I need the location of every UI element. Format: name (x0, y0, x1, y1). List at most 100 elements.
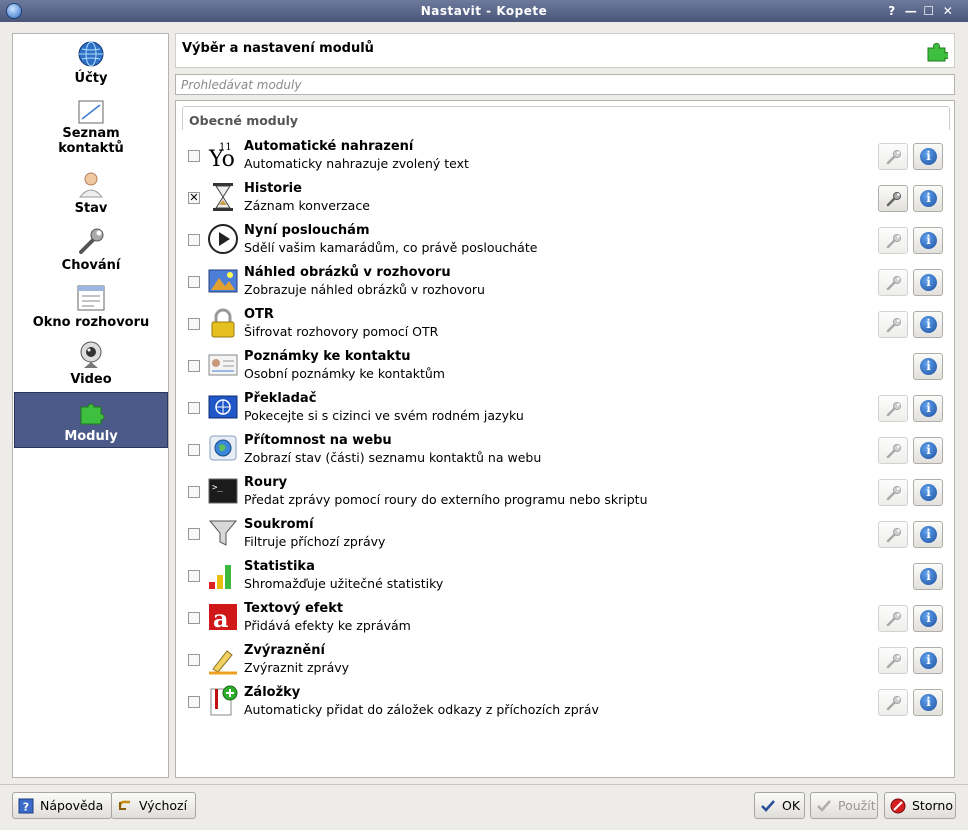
plugin-configure-button[interactable] (878, 185, 908, 212)
info-icon: i (920, 232, 937, 249)
plugin-name: Záložky (244, 685, 301, 700)
plugin-row[interactable]: >_ Roury Předat zprávy pomocí roury do ext… (182, 474, 950, 516)
plugin-info-button[interactable]: i (913, 353, 943, 380)
sidebar-item-plugins[interactable]: Moduly (14, 392, 168, 448)
title-bar[interactable]: Nastavit - Kopete ? — ☐ ✕ (0, 0, 968, 22)
highlighter-icon (209, 650, 237, 675)
plugin-description: Shromažďuje užitečné statistiky (244, 576, 444, 591)
plugin-info-button[interactable]: i (913, 521, 943, 548)
wrench-icon (886, 234, 901, 249)
sidebar-item-chat-window[interactable]: Okno rozhovoru (14, 279, 168, 335)
puzzle-icon (80, 403, 105, 425)
plugin-enable-checkbox[interactable] (188, 612, 200, 624)
minimize-button[interactable]: — (903, 3, 919, 19)
plugin-enable-checkbox[interactable] (188, 528, 200, 540)
plugin-info-button[interactable]: i (913, 185, 943, 212)
image-preview-icon (208, 269, 238, 293)
plugin-row[interactable]: ✕ Historie Záznam konverzace i (182, 180, 950, 222)
plugin-row[interactable]: Náhled obrázků v rozhovoru Zobrazuje náhl… (182, 264, 950, 306)
kopete-app-icon[interactable] (6, 3, 22, 19)
plugin-configure-button[interactable] (878, 647, 908, 674)
plugin-row[interactable]: Překladač Pokecejte si s cizinci ve svém … (182, 390, 950, 432)
plugin-row[interactable]: Soukromí Filtruje příchozí zprávy i (182, 516, 950, 558)
group-title: Obecné moduly (189, 113, 299, 128)
sidebar-item-video[interactable]: Video (14, 336, 168, 392)
plugin-configure-button[interactable] (878, 269, 908, 296)
plugin-enable-checkbox[interactable] (188, 234, 200, 246)
sidebar-item-contact-list[interactable]: Seznam kontaktů (14, 93, 168, 156)
plugin-info-button[interactable]: i (913, 269, 943, 296)
config-sidebar: Účty Seznam kontaktů Stav Chování Okno r… (12, 33, 169, 778)
wrench-icon (886, 486, 901, 501)
plugin-enable-checkbox[interactable] (188, 360, 200, 372)
plugin-enable-checkbox[interactable] (188, 654, 200, 666)
sidebar-item-behavior[interactable]: Chování (14, 222, 168, 278)
plugin-info-button[interactable]: i (913, 479, 943, 506)
defaults-label: Výchozí (139, 798, 188, 813)
plugin-configure-button[interactable] (878, 521, 908, 548)
plugin-description: Osobní poznámky ke kontaktům (244, 366, 445, 381)
ok-button[interactable]: OK (754, 792, 805, 819)
plugin-configure-button[interactable] (878, 395, 908, 422)
plugin-row[interactable]: Zvýraznění Zvýraznit zprávy i (182, 642, 950, 684)
plugin-info-button[interactable]: i (913, 689, 943, 716)
search-input[interactable]: Prohledávat moduly (175, 74, 955, 95)
plugin-configure-button[interactable] (878, 605, 908, 632)
plugin-info-button[interactable]: i (913, 395, 943, 422)
wrench-icon (886, 150, 901, 165)
help-window-button[interactable]: ? (884, 3, 900, 19)
sidebar-item-status[interactable]: Stav (14, 165, 168, 221)
plugin-info-button[interactable]: i (913, 311, 943, 338)
help-button[interactable]: ? Nápověda (12, 792, 113, 819)
help-icon: ? (18, 798, 34, 814)
wrench-icon (886, 696, 901, 711)
plugin-info-button[interactable]: i (913, 647, 943, 674)
plugin-info-button[interactable]: i (913, 437, 943, 464)
plugin-configure-button[interactable] (878, 689, 908, 716)
info-icon: i (920, 316, 937, 333)
plugin-enable-checkbox[interactable] (188, 570, 200, 582)
plugin-row[interactable]: Záložky Automaticky přidat do záložek odk… (182, 684, 950, 726)
info-icon: i (920, 400, 937, 417)
plugin-enable-checkbox[interactable] (188, 402, 200, 414)
plugin-configure-button[interactable] (878, 311, 908, 338)
plugin-info-button[interactable]: i (913, 563, 943, 590)
plugin-row[interactable]: Přítomnost na webu Zobrazí stav (části) s… (182, 432, 950, 474)
plugin-enable-checkbox[interactable]: ✕ (188, 192, 200, 204)
plugin-enable-checkbox[interactable] (188, 150, 200, 162)
plugin-name: Textový efekt (244, 601, 344, 616)
plugin-info-button[interactable]: i (913, 605, 943, 632)
plugin-row[interactable]: a Textový efekt Přidává efekty ke zprávám i (182, 600, 950, 642)
plugin-row[interactable]: OTR Šifrovat rozhovory pomocí OTR i (182, 306, 950, 348)
wrench-icon (886, 612, 901, 627)
un-flag-icon (208, 395, 238, 419)
plugin-name: Nyní poslouchám (244, 223, 370, 238)
plugin-enable-checkbox[interactable] (188, 276, 200, 288)
close-button[interactable]: ✕ (940, 3, 956, 19)
plugin-enable-checkbox[interactable] (188, 486, 200, 498)
maximize-button[interactable]: ☐ (921, 3, 937, 19)
plugin-configure-button[interactable] (878, 143, 908, 170)
plugin-enable-checkbox[interactable] (188, 444, 200, 456)
plugin-info-button[interactable]: i (913, 143, 943, 170)
apply-button[interactable]: Použít (810, 792, 878, 819)
plugin-row[interactable]: Nyní poslouchám Sdělí vašim kamarádům, co… (182, 222, 950, 264)
svg-text:a: a (213, 604, 229, 633)
plugin-name: Poznámky ke kontaktu (244, 349, 411, 364)
plugin-row[interactable]: Statistika Shromažďuje užitečné statistik… (182, 558, 950, 600)
sidebar-item-accounts[interactable]: Účty (14, 35, 168, 91)
plugin-row[interactable]: Yo 11 Automatické nahrazení Automaticky nah… (182, 138, 950, 180)
plugin-configure-button[interactable] (878, 437, 908, 464)
info-icon: i (920, 568, 937, 585)
plugin-enable-checkbox[interactable] (188, 318, 200, 330)
cancel-button[interactable]: Storno (884, 792, 956, 819)
info-icon: i (920, 484, 937, 501)
defaults-button[interactable]: Výchozí (111, 792, 197, 819)
sidebar-item-label: Okno rozhovoru (32, 315, 150, 330)
plugin-configure-button[interactable] (878, 227, 908, 254)
plugin-row[interactable]: Poznámky ke kontaktu Osobní poznámky ke k… (182, 348, 950, 390)
contact-list-icon (78, 100, 104, 124)
plugin-enable-checkbox[interactable] (188, 696, 200, 708)
plugin-configure-button[interactable] (878, 479, 908, 506)
plugin-info-button[interactable]: i (913, 227, 943, 254)
